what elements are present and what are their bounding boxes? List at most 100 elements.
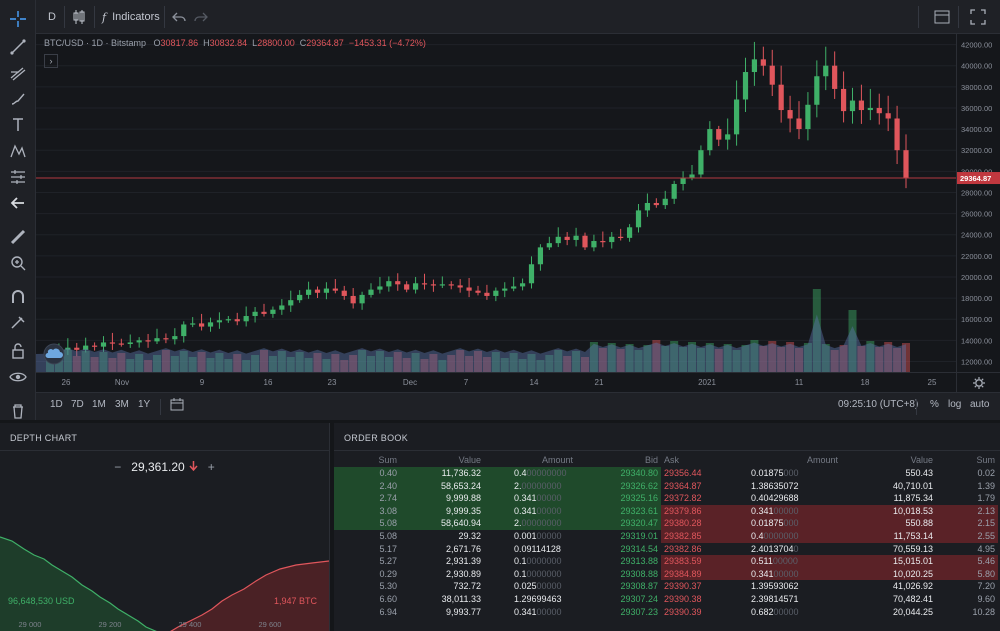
toolbar-divider [94,6,95,28]
order-book-row[interactable]: 3.08 9,999.35 0.34100000 29323.61 29379.86 0.… [334,504,998,518]
chevron-right-icon: › [49,56,53,66]
bid-amount-main: 0.09114128 [514,543,561,554]
range-divider [160,399,161,415]
ask-amount-padding: 00000 [773,606,799,617]
eye-icon[interactable] [7,366,29,388]
bid-amount-main: 0.341 [514,606,537,617]
ask-sum: 7.20 [977,581,995,592]
range-1d-button[interactable]: 1D [50,399,63,410]
candle-body [716,129,722,140]
price-label: 20000.00 [961,273,992,282]
undo-icon[interactable] [172,6,186,28]
order-book-row[interactable]: 0.29 2,930.89 0.10000000 29308.88 29384.89 0.… [334,567,998,581]
indicators-button[interactable]: f Indicators [102,6,160,28]
interval-button[interactable]: D [48,6,56,28]
ruler-icon[interactable] [7,226,29,248]
time-label: 2021 [698,378,716,387]
lock-drawings-icon[interactable] [7,312,29,334]
candle-style-icon[interactable] [72,6,86,28]
legend-expand-button[interactable]: › [44,54,58,68]
depth-chart-panel: DEPTH CHART − 29,361.20 + 29 000 29 200 29… [0,423,330,631]
ask-amount: 0.40429688 [721,492,841,505]
chart-canvas[interactable] [36,34,956,372]
candle-body [314,289,321,293]
order-book-row[interactable]: 5.08 58,640.94 2.00000000 29320.47 29380.28 0… [334,517,998,530]
bid-amount: 0.09114128 [484,543,576,556]
order-book-row[interactable]: 2.74 9,999.88 0.34100000 29325.16 29372.82 0.… [334,492,998,505]
pattern-tool-icon[interactable] [7,140,29,162]
clock-time[interactable]: 09:25:10 (UTC+8) [838,399,918,410]
brush-icon[interactable] [7,88,29,110]
function-icon: f [102,10,107,24]
price-label: 34000.00 [961,125,992,134]
percent-toggle[interactable]: % [930,399,939,410]
candlestick-chart[interactable] [36,34,1000,392]
candle-body [582,235,588,248]
candle-body [814,76,820,105]
arrow-left-icon[interactable] [7,192,29,214]
range-1m-button[interactable]: 1M [92,399,106,410]
layout-icon[interactable] [934,6,950,28]
time-label: Dec [403,378,417,387]
ask-amount-padding: 000 [783,518,799,529]
trend-line-icon[interactable] [7,36,29,58]
depth-x-label: 29 600 [259,620,282,629]
bid-amount-main: 2. [514,518,522,529]
text-tool-icon[interactable] [7,114,29,136]
candle-body [635,210,642,228]
order-book-row[interactable]: 0.40 11,736.32 0.400000000 29340.80 29356.44… [334,467,998,480]
symbol-label: BTC/USD · 1D · Bitstamp [44,38,147,48]
zoom-in-icon[interactable] [7,252,29,274]
date-range-icon[interactable] [170,398,184,415]
candle-body [412,283,419,290]
auto-toggle[interactable]: auto [970,399,989,410]
lower-panels: DEPTH CHART − 29,361.20 + 29 000 29 200 29… [0,420,1000,631]
order-book-row[interactable]: 6.60 38,011.33 1.29699463 29307.24 29390.38 2… [334,593,998,606]
candle-body [386,281,392,287]
chart-settings-button[interactable] [956,372,1000,392]
gear-icon [972,376,985,389]
candle-body [671,183,677,199]
order-book-row[interactable]: 5.27 2,931.39 0.10000000 29313.88 29383.59 0.… [334,555,998,568]
fib-tool-icon[interactable] [7,62,29,84]
range-3m-button[interactable]: 3M [115,399,129,410]
ask-price: 29390.38 [664,593,702,604]
price-scale[interactable]: 42000.00 40000.00 38000.00 36000.00 34000.00… [956,34,1000,372]
depth-chart-title: DEPTH CHART [10,433,78,443]
trash-icon[interactable] [7,400,29,422]
order-book-row[interactable]: 5.08 29.32 0.00100000 29319.01 29382.85 0.400… [334,529,998,543]
order-book-row[interactable]: 2.40 58,653.24 2.00000000 29326.62 29364.87 1… [334,479,998,493]
measure-tool-icon[interactable] [7,166,29,188]
zoom-out-button[interactable]: − [114,460,121,474]
bid-amount: 0.400000000 [484,467,576,480]
candle-body [742,72,749,100]
range-1y-button[interactable]: 1Y [138,399,150,410]
range-7d-button[interactable]: 7D [71,399,84,410]
candle-body [858,100,865,111]
redo-icon[interactable] [194,6,208,28]
order-book-row[interactable]: 5.17 2,671.76 0.09114128 29314.54 29382.86 2.… [334,543,998,556]
zoom-in-button[interactable]: + [208,460,215,474]
time-axis[interactable]: 26 Nov 9 16 23 Dec 7 14 21 2021 11 18 25 [36,372,956,392]
range-bar: 1D 7D 1M 3M 1Y 09:25:10 (UTC+8) % log au… [36,392,1000,420]
bid-amount-main: 0.1 [514,556,527,567]
candle-body [172,336,178,340]
unlock-icon[interactable] [7,340,29,362]
magnet-icon[interactable] [7,286,29,308]
depth-chart-canvas[interactable]: 29 000 29 200 29 400 29 600 [0,481,329,631]
bid-amount-padding: 00000 [536,493,562,504]
bid-value: 11,736.32 [400,467,484,480]
price-label: 36000.00 [961,104,992,113]
order-book-row[interactable]: 5.30 732.72 0.02500000 29308.87 29390.37 1.39… [334,580,998,593]
ask-value: 11,875.34 [893,493,933,504]
crosshair-icon[interactable] [7,8,29,30]
candle-body [404,284,410,290]
log-toggle[interactable]: log [948,399,961,410]
order-book-row[interactable]: 6.94 9,993.77 0.34100000 29307.23 29390.39 0.… [334,606,998,619]
candle-body [903,150,909,179]
bid-amount-padding: 00000 [536,505,562,516]
bid-amount: 1.29699463 [484,593,576,606]
candle-body [555,236,561,244]
ask-sum: 4.95 [977,543,995,554]
fullscreen-icon[interactable] [970,6,986,28]
